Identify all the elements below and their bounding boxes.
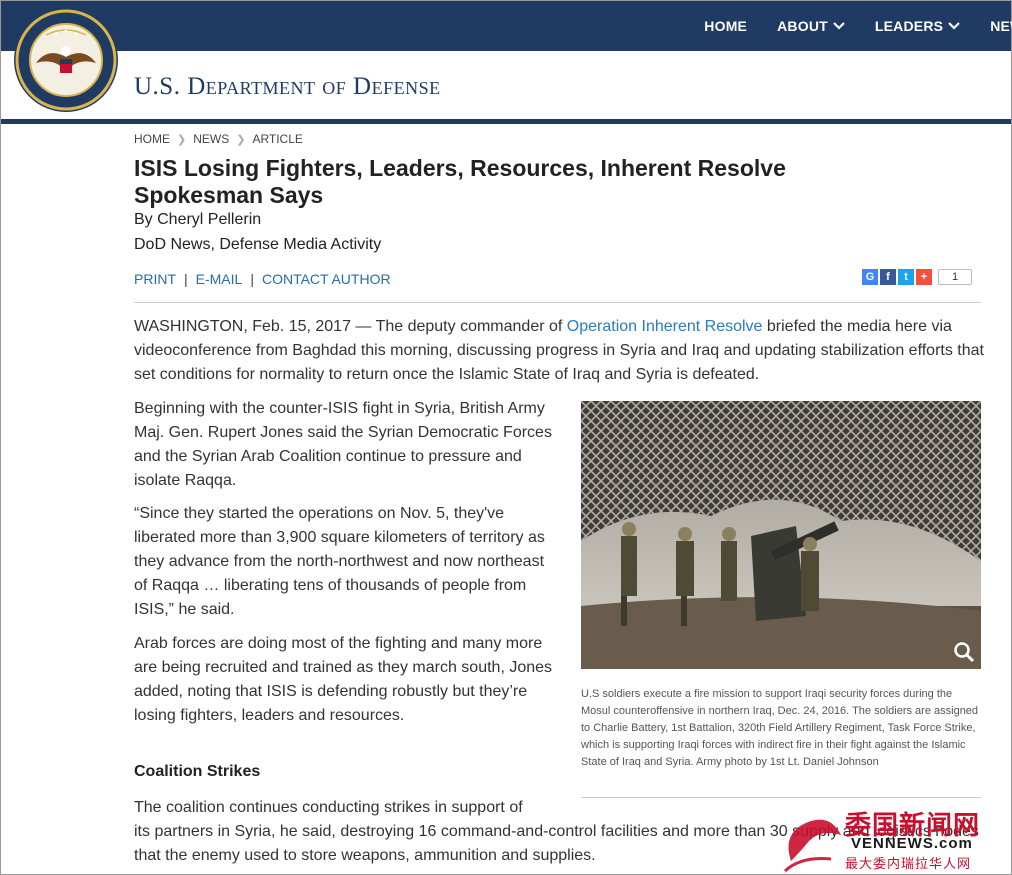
addthis-plus-icon[interactable]: +	[916, 269, 932, 285]
watermark-en-text: VENNEWS.com	[851, 835, 973, 852]
article-byline: By Cheryl Pellerin	[134, 211, 262, 228]
photo-caption: U.S soldiers execute a fire mission to s…	[581, 688, 979, 768]
article-lede: WASHINGTON, Feb. 15, 2017 — The deputy c…	[134, 318, 984, 383]
chevron-right-icon: ❯	[236, 133, 246, 146]
article-photo[interactable]	[581, 401, 981, 669]
top-nav-bar: HOME ABOUT LEADERS NEWS	[1, 1, 1012, 51]
breadcrumb: HOME ❯ NEWS ❯ ARTICLE	[134, 132, 303, 146]
dod-seal-icon[interactable]	[13, 7, 119, 113]
chevron-right-icon: ❯	[177, 133, 187, 146]
nav-leaders[interactable]: LEADERS	[875, 18, 960, 34]
magnify-icon[interactable]	[953, 641, 975, 663]
breadcrumb-article: ARTICLE	[252, 132, 303, 146]
contact-author-link[interactable]: CONTACT AUTHOR	[262, 271, 391, 287]
section-subhead: Coalition Strikes	[134, 763, 261, 780]
article-actions: PRINT | E-MAIL | CONTACT AUTHOR	[134, 271, 391, 287]
divider	[134, 302, 981, 303]
separator: |	[184, 271, 188, 287]
email-link[interactable]: E-MAIL	[196, 271, 243, 287]
share-count: 1	[938, 269, 972, 285]
chevron-down-icon	[948, 22, 960, 30]
separator: |	[250, 271, 254, 287]
breadcrumb-news[interactable]: NEWS	[193, 132, 229, 146]
nav-about[interactable]: ABOUT	[777, 18, 845, 34]
nav-news[interactable]: NEWS	[990, 18, 1012, 34]
article-paragraph: Arab forces are doing most of the fighti…	[134, 635, 553, 724]
divider	[581, 797, 981, 798]
site-title[interactable]: U.S. Department of Defense	[134, 73, 441, 101]
main-nav: HOME ABOUT LEADERS NEWS	[674, 1, 1012, 51]
photo-artwork	[581, 401, 981, 669]
chevron-down-icon	[833, 22, 845, 30]
article-paragraph: Beginning with the counter-ISIS fight in…	[134, 400, 552, 489]
masthead-divider	[1, 119, 1011, 124]
facebook-icon[interactable]: f	[880, 269, 896, 285]
operation-inherent-resolve-link[interactable]: Operation Inherent Resolve	[567, 318, 763, 335]
breadcrumb-home[interactable]: HOME	[134, 132, 170, 146]
article-paragraph: “Since they started the operations on No…	[134, 505, 545, 618]
article-headline: ISIS Losing Fighters, Leaders, Resources…	[134, 155, 786, 208]
share-bar: G f t + 1	[862, 269, 972, 285]
article-source: DoD News, Defense Media Activity	[134, 236, 382, 253]
nav-home[interactable]: HOME	[704, 18, 747, 34]
google-plus-icon[interactable]: G	[862, 269, 878, 285]
watermark-sub-text: 最大委内瑞拉华人网	[845, 857, 972, 872]
print-link[interactable]: PRINT	[134, 271, 176, 287]
twitter-icon[interactable]: t	[898, 269, 914, 285]
